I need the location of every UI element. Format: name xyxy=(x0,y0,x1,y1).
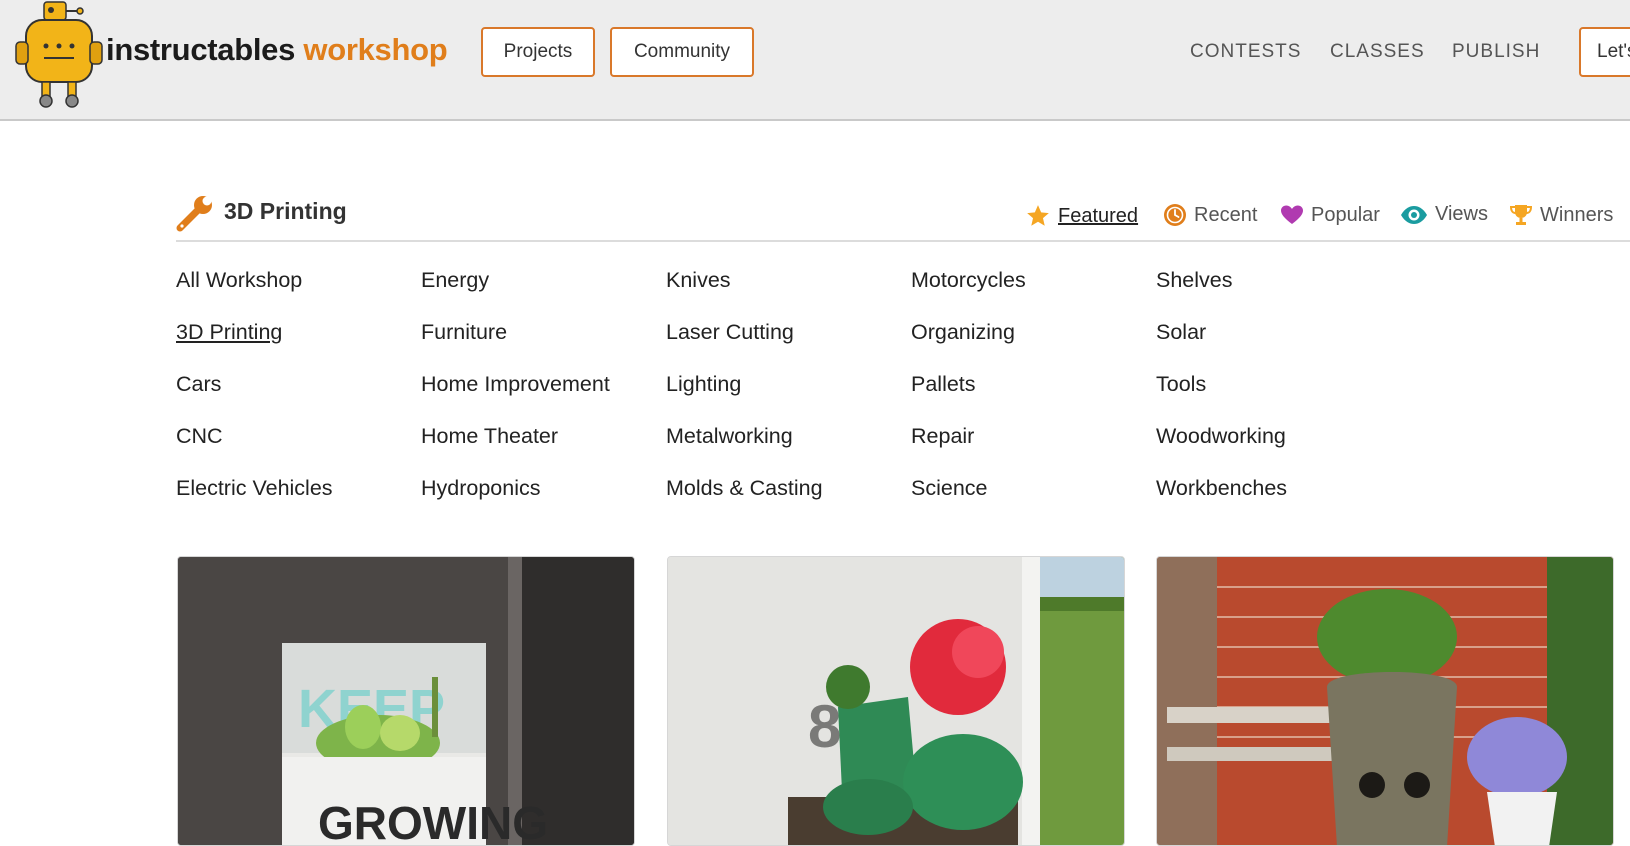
category-link-all-workshop[interactable]: All Workshop xyxy=(176,268,302,293)
category-link-science[interactable]: Science xyxy=(911,476,988,501)
svg-text:8: 8 xyxy=(808,693,841,760)
category-link-solar[interactable]: Solar xyxy=(1156,320,1206,345)
brand-workshop: workshop xyxy=(303,32,448,67)
clock-icon xyxy=(1164,204,1186,226)
sort-featured-label: Featured xyxy=(1058,204,1139,227)
project-card[interactable]: 8 xyxy=(667,556,1125,846)
category-link-home-improvement[interactable]: Home Improvement xyxy=(421,372,610,397)
category-link-knives[interactable]: Knives xyxy=(666,268,731,293)
category-link-metalworking[interactable]: Metalworking xyxy=(666,424,793,449)
star-icon xyxy=(1027,205,1049,226)
project-card[interactable] xyxy=(1156,556,1614,846)
category-link-hydroponics[interactable]: Hydroponics xyxy=(421,476,541,501)
groot-planter-image xyxy=(1157,557,1613,845)
category-link-furniture[interactable]: Furniture xyxy=(421,320,507,345)
category-link-laser-cutting[interactable]: Laser Cutting xyxy=(666,320,794,345)
sort-views[interactable]: Views xyxy=(1400,203,1488,226)
category-link-motorcycles[interactable]: Motorcycles xyxy=(911,268,1026,293)
category-link-electric-vehicles[interactable]: Electric Vehicles xyxy=(176,476,333,501)
category-link-cars[interactable]: Cars xyxy=(176,372,221,397)
category-link-organizing[interactable]: Organizing xyxy=(911,320,1015,345)
sort-popular[interactable]: Popular xyxy=(1280,203,1380,227)
category-link-3d-printing[interactable]: 3D Printing xyxy=(176,320,282,345)
sort-popular-label: Popular xyxy=(1311,203,1380,226)
sort-winners-label: Winners xyxy=(1540,203,1614,226)
project-card[interactable]: KEEP GROWING xyxy=(177,556,635,846)
trophy-icon xyxy=(1509,205,1533,225)
boot-planter-image: 8 xyxy=(668,557,1124,845)
lets-make-button[interactable]: Let's xyxy=(1579,27,1630,77)
brand-instructables: instructables xyxy=(106,32,296,67)
category-link-cnc[interactable]: CNC xyxy=(176,424,223,449)
category-title: 3D Printing xyxy=(224,198,347,224)
category-link-tools[interactable]: Tools xyxy=(1156,372,1206,397)
nav-contests[interactable]: CONTESTS xyxy=(1190,41,1301,63)
projects-button[interactable]: Projects xyxy=(481,27,595,77)
category-link-energy[interactable]: Energy xyxy=(421,268,489,293)
category-link-molds-casting[interactable]: Molds & Casting xyxy=(666,476,823,501)
category-link-home-theater[interactable]: Home Theater xyxy=(421,424,558,449)
category-link-pallets[interactable]: Pallets xyxy=(911,372,976,397)
planter-keep-growing-image: KEEP GROWING xyxy=(178,557,634,846)
category-header: 3D Printing Featured Recent Popular View… xyxy=(176,190,1630,242)
category-link-woodworking[interactable]: Woodworking xyxy=(1156,424,1286,449)
site-header: instructables workshop Projects Communit… xyxy=(0,0,1630,121)
nav-publish[interactable]: PUBLISH xyxy=(1452,41,1540,63)
sort-featured[interactable]: Featured xyxy=(1025,203,1138,229)
sort-winners[interactable]: Winners xyxy=(1509,203,1613,227)
category-link-lighting[interactable]: Lighting xyxy=(666,372,741,397)
eye-icon xyxy=(1401,205,1427,224)
community-button[interactable]: Community xyxy=(610,27,754,77)
sort-recent-label: Recent xyxy=(1194,203,1258,226)
growing-text: GROWING xyxy=(318,797,548,846)
wrench-icon xyxy=(176,196,212,232)
category-link-repair[interactable]: Repair xyxy=(911,424,974,449)
site-brand[interactable]: instructables workshop xyxy=(106,32,448,68)
category-link-shelves[interactable]: Shelves xyxy=(1156,268,1233,293)
category-link-workbenches[interactable]: Workbenches xyxy=(1156,476,1287,501)
sort-views-label: Views xyxy=(1435,203,1488,225)
heart-icon xyxy=(1281,205,1303,224)
robot-logo-icon[interactable] xyxy=(14,0,104,110)
sort-recent[interactable]: Recent xyxy=(1163,203,1257,227)
nav-classes[interactable]: CLASSES xyxy=(1330,41,1425,63)
